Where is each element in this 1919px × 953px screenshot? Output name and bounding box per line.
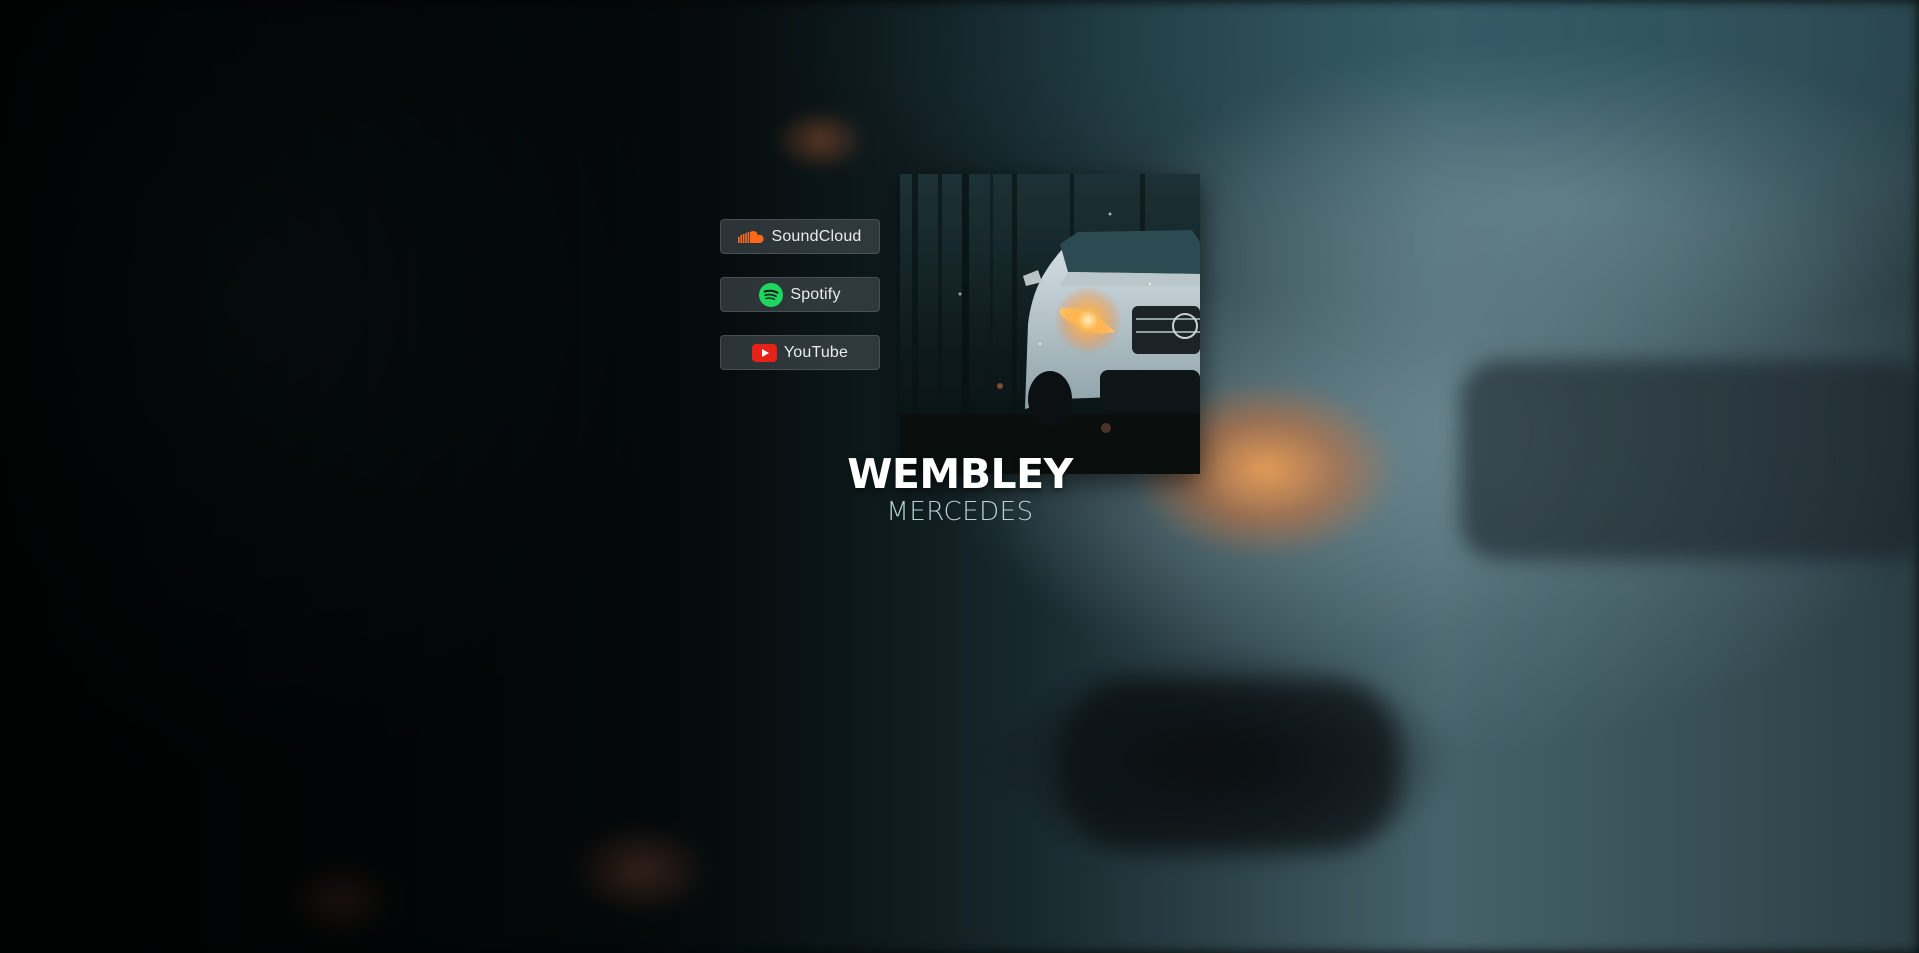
youtube-icon xyxy=(751,343,777,362)
page: SoundCloud Spotify YouTube WEMBLEY MERCE… xyxy=(0,0,1919,953)
soundcloud-button[interactable]: SoundCloud xyxy=(720,219,880,254)
soundcloud-icon xyxy=(738,230,765,244)
release-title-block: WEMBLEY MERCEDES xyxy=(760,450,1160,528)
spotify-button[interactable]: Spotify xyxy=(720,277,880,312)
streaming-links: SoundCloud Spotify YouTube xyxy=(720,219,880,393)
artist-name: WEMBLEY xyxy=(847,450,1073,498)
youtube-button[interactable]: YouTube xyxy=(720,335,880,370)
soundcloud-label: SoundCloud xyxy=(771,227,862,245)
youtube-label: YouTube xyxy=(783,343,849,361)
album-cover-artwork xyxy=(900,174,1200,474)
spotify-icon xyxy=(759,282,784,307)
spotify-label: Spotify xyxy=(790,285,841,303)
album-cover xyxy=(900,174,1200,474)
track-title: MERCEDES xyxy=(886,497,1034,527)
